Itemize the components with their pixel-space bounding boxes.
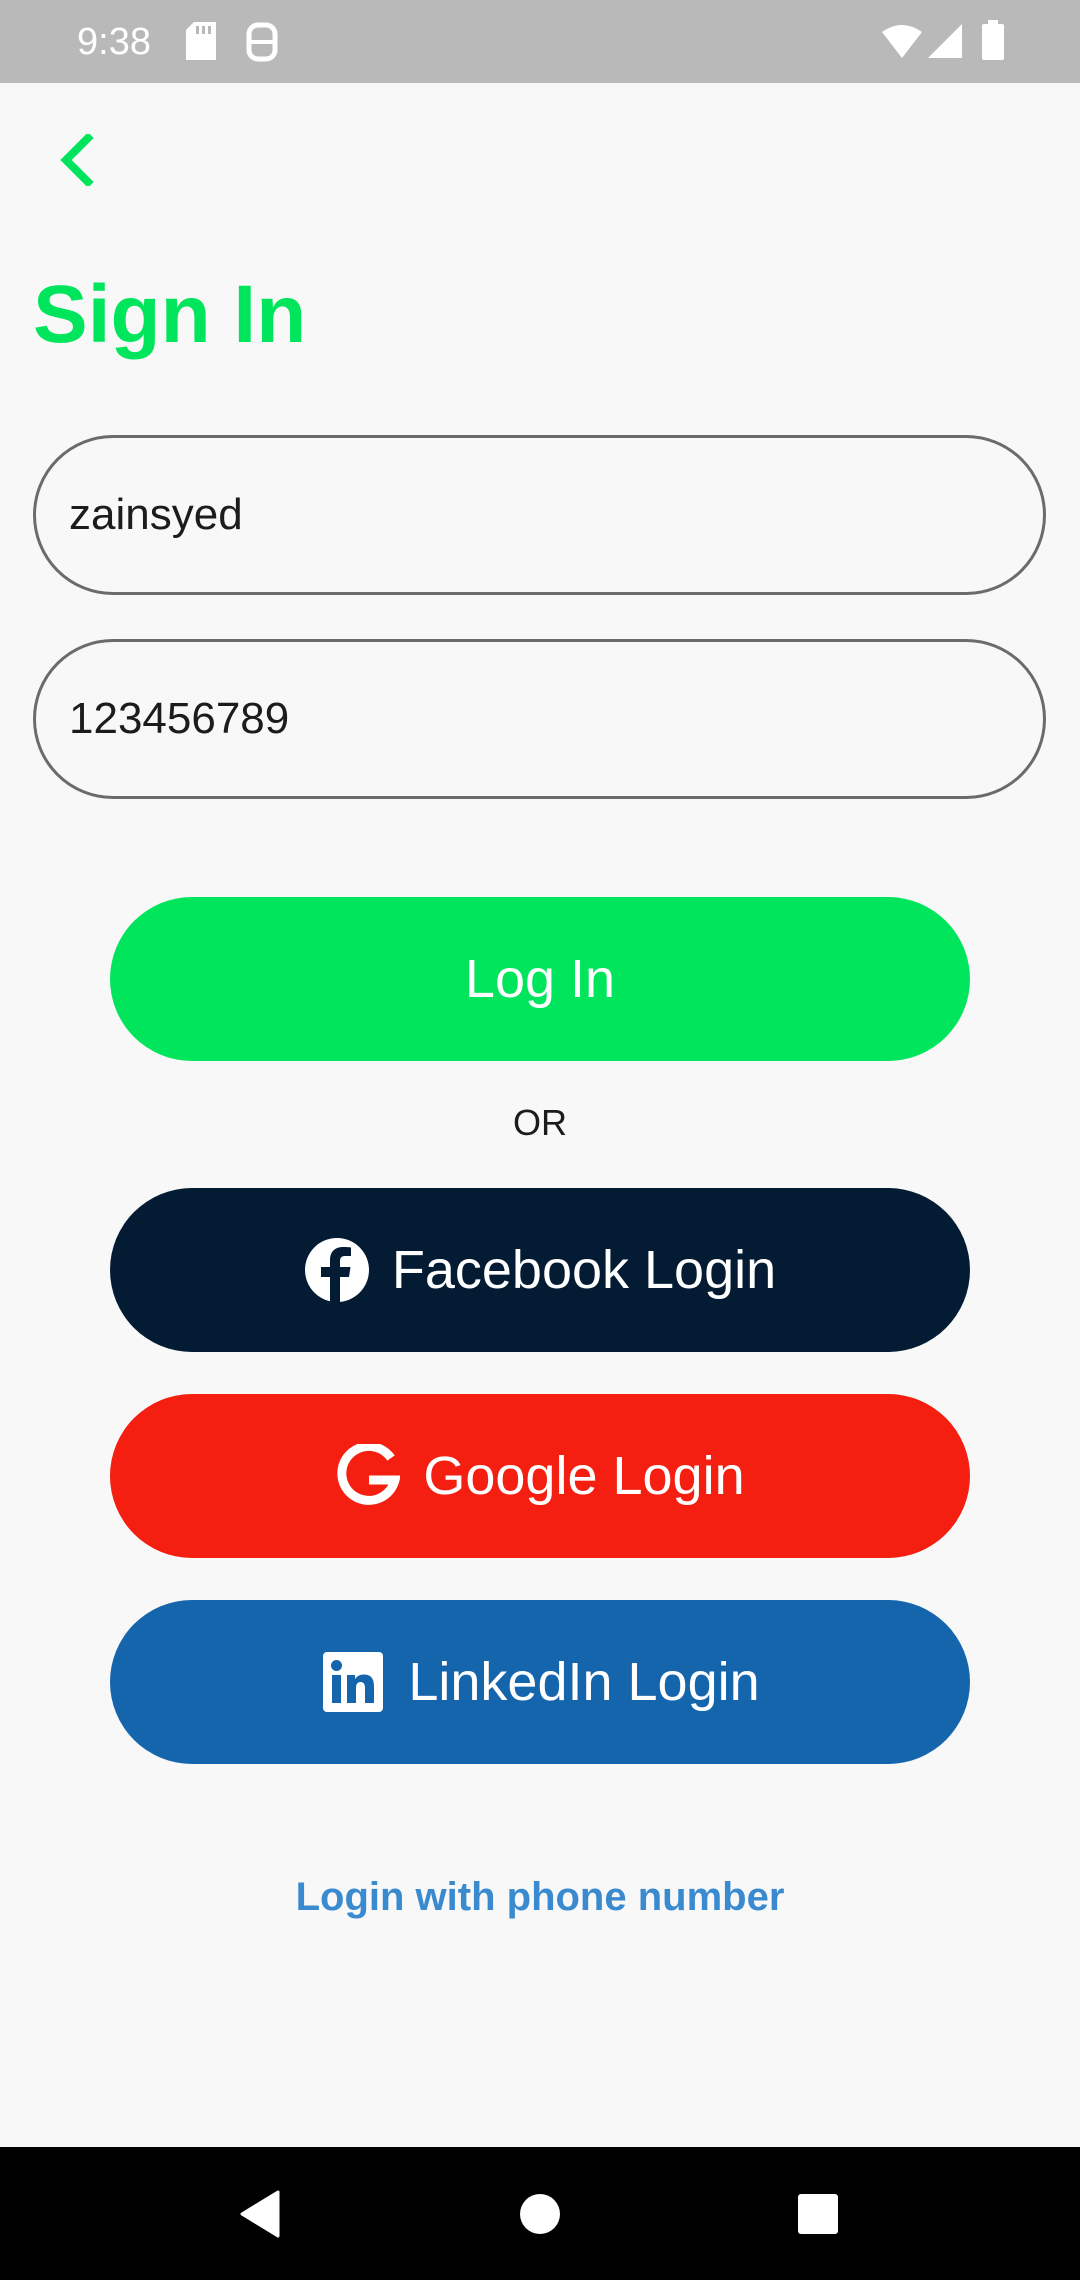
status-time: 9:38 [77, 21, 151, 63]
password-field[interactable] [33, 639, 1046, 799]
back-triangle-icon [240, 2190, 280, 2237]
sign-in-screen: 9:38 Sign In Log In OR [0, 0, 1080, 2280]
linkedin-login-label: LinkedIn Login [408, 1652, 760, 1712]
google-login-label: Google Login [423, 1446, 745, 1506]
chevron-left-icon [60, 134, 94, 186]
google-login-button[interactable]: Google Login [110, 1394, 970, 1558]
facebook-login-button[interactable]: Facebook Login [110, 1188, 970, 1352]
facebook-login-label: Facebook Login [391, 1240, 777, 1300]
linkedin-icon [320, 1649, 386, 1715]
back-button[interactable] [40, 120, 112, 200]
home-circle-icon [520, 2193, 560, 2234]
battery-icon [982, 20, 1004, 65]
nav-back-button[interactable] [200, 2147, 320, 2280]
username-field[interactable] [33, 435, 1046, 595]
sd-card-icon [186, 22, 216, 65]
linkedin-login-button[interactable]: LinkedIn Login [110, 1600, 970, 1764]
login-button[interactable]: Log In [110, 897, 970, 1061]
recents-square-icon [798, 2193, 838, 2234]
page-title: Sign In [33, 269, 307, 360]
nav-home-button[interactable] [480, 2147, 600, 2280]
wifi-icon [882, 24, 922, 63]
phone-login-link[interactable]: Login with phone number [0, 1875, 1080, 1920]
facebook-icon [304, 1237, 370, 1303]
google-icon [335, 1443, 401, 1509]
signal-icon [928, 24, 962, 63]
system-nav-bar [0, 2147, 1080, 2280]
login-button-label: Log In [464, 949, 616, 1009]
status-bar: 9:38 [0, 0, 1080, 83]
nav-recents-button[interactable] [758, 2147, 878, 2280]
vpn-icon [246, 22, 278, 67]
or-divider-label: OR [513, 1102, 567, 1143]
